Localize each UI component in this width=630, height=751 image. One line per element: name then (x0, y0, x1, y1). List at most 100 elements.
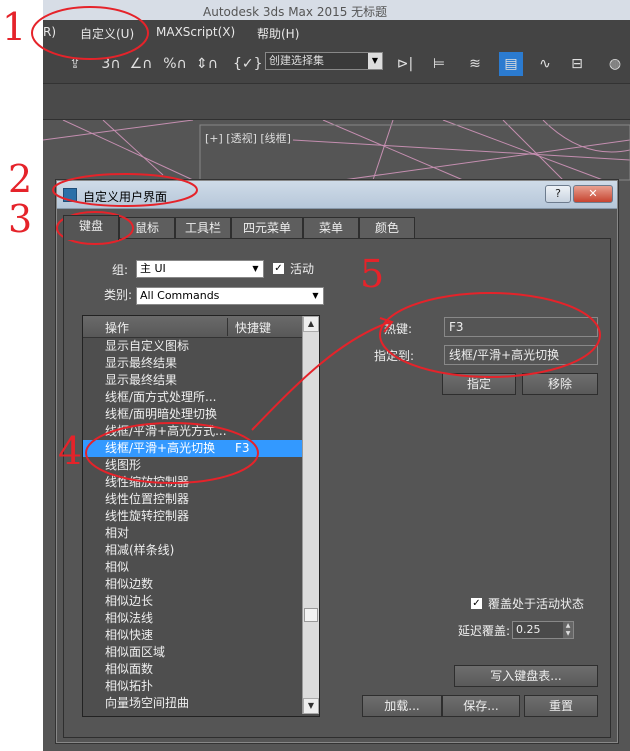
action-name: 相似 (105, 560, 130, 574)
spinner-snap-icon[interactable]: ⇕∩ (195, 52, 219, 76)
list-item[interactable]: 线框/面明暗处理切换 (83, 406, 303, 423)
layer-manager-icon[interactable]: ≋ (463, 52, 487, 76)
tab-mouse[interactable]: 鼠标 (119, 217, 175, 239)
help-button[interactable]: ? (545, 185, 571, 203)
menu-item-help[interactable]: 帮助(H) (257, 25, 299, 42)
named-selection-icon[interactable]: {✓} (233, 52, 263, 76)
list-item[interactable]: 线图形 (83, 457, 303, 474)
column-header-shortcut[interactable]: 快捷键 (235, 319, 271, 336)
mirror-icon[interactable]: ⊳| (393, 52, 417, 76)
spinner-arrows-icon[interactable]: ▲ ▼ (563, 622, 573, 638)
action-name: 相对 (105, 526, 130, 540)
actions-list[interactable]: 操作 快捷键 显示自定义图标 显示最终结果 显示最终结果 线框/面方式处理所... 线框… (82, 315, 320, 717)
list-item[interactable]: 相似快速 (83, 627, 303, 644)
action-name: 显示最终结果 (105, 356, 178, 370)
tab-keyboard[interactable]: 键盘 (63, 215, 119, 240)
close-button[interactable]: ✕ (573, 185, 613, 203)
list-item[interactable]: 线框/面方式处理所... (83, 389, 303, 406)
list-item[interactable]: 显示自定义图标 (83, 338, 303, 355)
align-icon[interactable]: ⊨ (427, 52, 451, 76)
list-item[interactable]: 线框/平滑+高光切换 F3 (83, 440, 303, 457)
list-item[interactable]: 相似拓扑 (83, 678, 303, 695)
category-dropdown[interactable]: All Commands ▼ (136, 287, 324, 305)
app-title: Autodesk 3ds Max 2015 无标题 (203, 5, 388, 19)
list-item[interactable]: 显示最终结果 (83, 372, 303, 389)
list-item[interactable]: 线性位置控制器 (83, 491, 303, 508)
list-item[interactable]: 相似边数 (83, 576, 303, 593)
list-item[interactable]: 线性缩放控制器 (83, 474, 303, 491)
list-item[interactable]: 相似法线 (83, 610, 303, 627)
save-button[interactable]: 保存... (442, 695, 520, 717)
active-label: 活动 (290, 262, 315, 276)
annotation-number-1: 1 (2, 5, 27, 49)
angle-snap-icon[interactable]: ∠∩ (129, 52, 153, 76)
list-item[interactable]: 线框/平滑+高光方式... (83, 423, 303, 440)
hotkey-label: 热键: (384, 322, 413, 336)
group-value: 主 UI (140, 262, 166, 275)
tab-toolbars[interactable]: 工具栏 (175, 217, 231, 239)
annotation-number-5: 5 (360, 252, 385, 296)
scroll-thumb[interactable] (304, 608, 318, 622)
scene-explorer-icon[interactable]: ▤ (499, 52, 523, 76)
tab-quad-menus[interactable]: 四元菜单 (231, 217, 303, 239)
named-selection-set-dropdown[interactable]: 创建选择集 ▼ (265, 52, 383, 70)
assigned-to-label: 指定到: (374, 349, 415, 363)
action-name: 显示最终结果 (105, 373, 178, 387)
menu-item-maxscript[interactable]: MAXScript(X) (156, 25, 235, 39)
action-name: 显示自定义图标 (105, 339, 190, 353)
hotkey-input[interactable]: F3 (444, 317, 598, 337)
schematic-view-icon[interactable]: ⊟ (565, 52, 589, 76)
action-name: 向量场空间扭曲 (105, 696, 190, 710)
list-item[interactable]: 相对 (83, 525, 303, 542)
list-item[interactable]: 相似面区域 (83, 644, 303, 661)
menu-item-customize[interactable]: 自定义(U) (80, 25, 134, 42)
action-name: 线框/平滑+高光方式... (105, 424, 227, 438)
remove-button[interactable]: 移除 (522, 373, 598, 395)
action-name: 相似快速 (105, 628, 154, 642)
curve-editor-icon[interactable]: ∿ (533, 52, 557, 76)
scroll-up-icon[interactable]: ▲ (303, 316, 319, 332)
action-name: 相似面数 (105, 662, 154, 676)
list-body: 显示自定义图标 显示最终结果 显示最终结果线框/面方式处理所... 线框/面明暗处理切… (83, 338, 303, 712)
dropdown-arrow-icon: ▼ (368, 53, 382, 69)
list-item[interactable]: 相似面数 (83, 661, 303, 678)
tab-menus[interactable]: 菜单 (303, 217, 359, 239)
list-item[interactable]: 相似 (83, 559, 303, 576)
action-name: 相似拓扑 (105, 679, 154, 693)
list-item[interactable]: 向量场空间扭曲 (83, 695, 303, 712)
column-header-action[interactable]: 操作 (105, 319, 129, 336)
scroll-down-icon[interactable]: ▼ (303, 698, 319, 714)
snap-3d-icon[interactable]: 3∩ (99, 52, 123, 76)
action-name: 相减(样条线) (105, 543, 175, 557)
override-active-checkbox[interactable]: ✓ (470, 597, 483, 610)
list-scrollbar[interactable]: ▲ ▼ (302, 316, 319, 714)
tab-colors[interactable]: 颜色 (359, 217, 415, 239)
reset-button[interactable]: 重置 (524, 695, 598, 717)
column-divider[interactable] (227, 318, 228, 336)
action-name: 线性位置控制器 (105, 492, 190, 506)
select-and-place-icon[interactable]: ⇪ (63, 52, 87, 76)
action-name: 线性旋转控制器 (105, 509, 190, 523)
main-toolbar: ⇪ 3∩ ∠∩ %∩ ⇕∩ {✓} 创建选择集 ▼ ⊳| ⊨ ≋ ▤ ∿ ⊟ ◍ (43, 44, 630, 84)
list-item[interactable]: 显示最终结果 (83, 355, 303, 372)
active-checkbox[interactable]: ✓ (272, 262, 285, 275)
percent-snap-icon[interactable]: %∩ (163, 52, 187, 76)
app-titlebar: Autodesk 3ds Max 2015 无标题 (43, 0, 630, 20)
shortcut-key: F3 (235, 441, 250, 455)
group-label: 组: (112, 263, 129, 277)
group-dropdown[interactable]: 主 UI ▼ (136, 260, 264, 278)
list-item[interactable]: 相减(样条线) (83, 542, 303, 559)
delay-override-spinner[interactable]: 0.25 ▲ ▼ (512, 621, 574, 639)
menu-bar: R) 自定义(U) MAXScript(X) 帮助(H) (43, 20, 630, 44)
viewport-label[interactable]: [+] [透视] [线框] (205, 130, 291, 146)
write-keyboard-chart-button[interactable]: 写入键盘表... (454, 665, 598, 687)
material-editor-icon[interactable]: ◍ (603, 52, 627, 76)
menu-item-render[interactable]: R) (43, 25, 56, 39)
list-item[interactable]: 相似边长 (83, 593, 303, 610)
load-button[interactable]: 加载... (362, 695, 442, 717)
annotation-number-4: 4 (58, 429, 83, 473)
dialog-titlebar[interactable]: 自定义用户界面 ? ✕ (57, 181, 617, 209)
assign-button[interactable]: 指定 (442, 373, 516, 395)
action-name: 线框/平滑+高光切换 (105, 441, 216, 455)
list-item[interactable]: 线性旋转控制器 (83, 508, 303, 525)
